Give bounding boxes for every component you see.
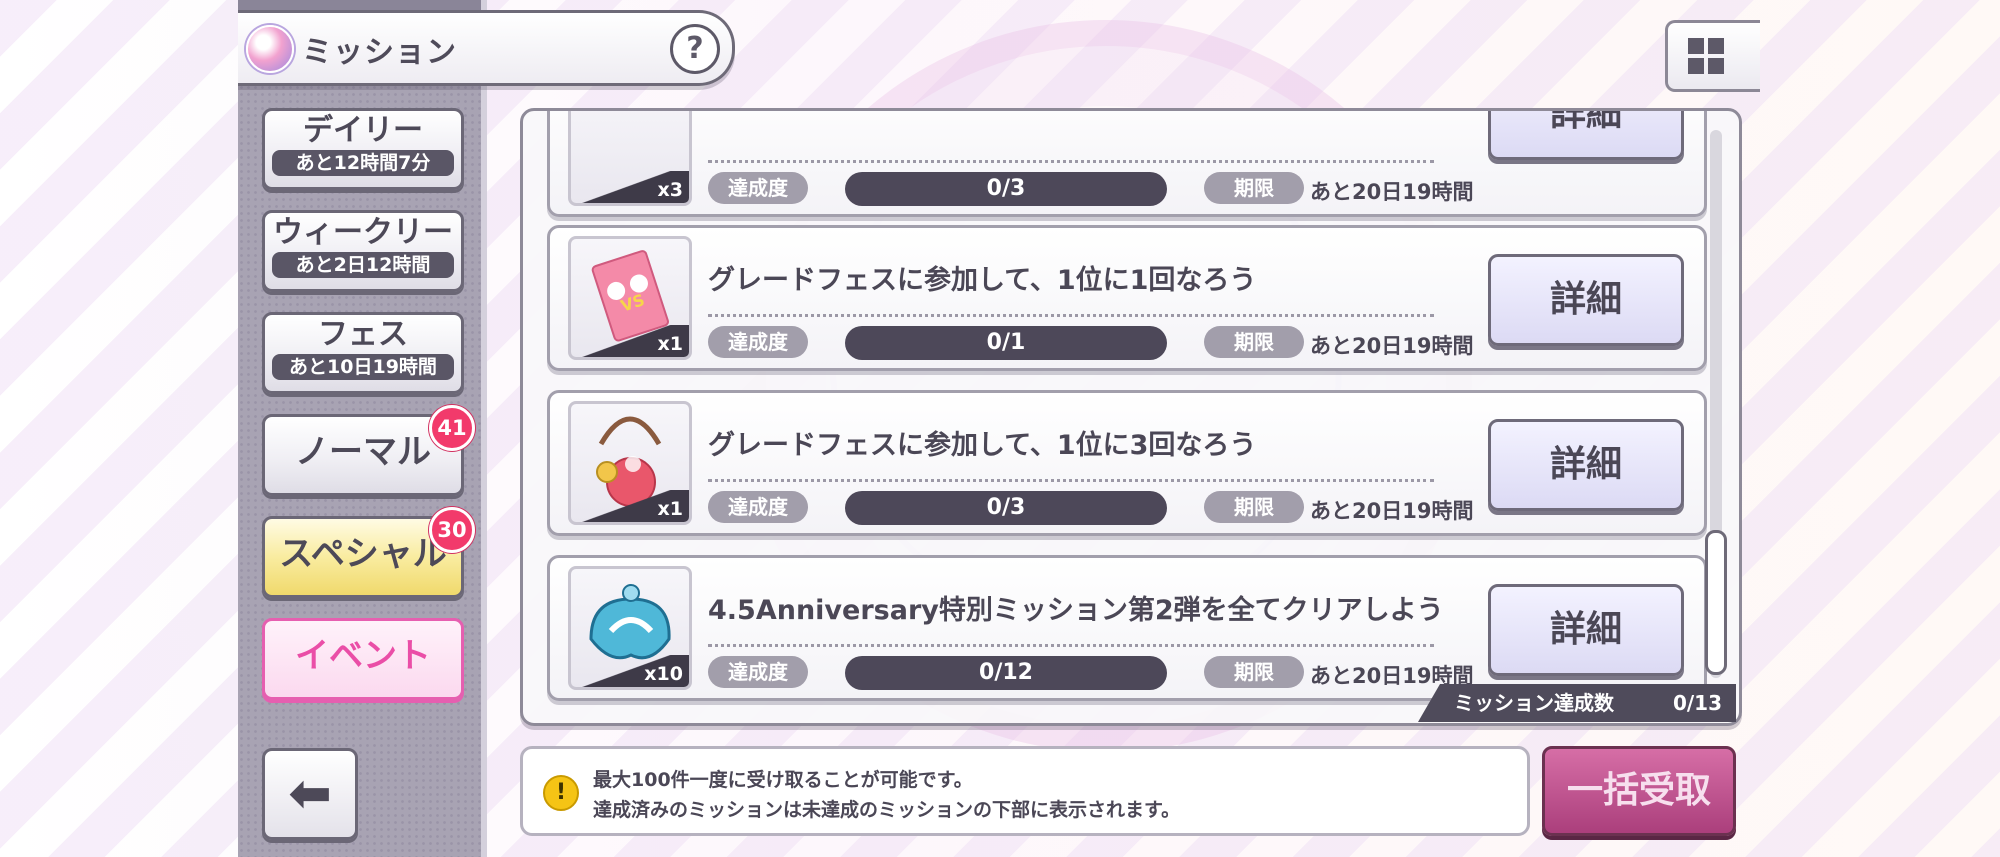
progress-bar: 0/1 xyxy=(845,326,1167,360)
tab-normal[interactable]: ノーマル 41 xyxy=(262,405,475,496)
sidebar-edge xyxy=(481,0,487,857)
detail-button[interactable]: 詳細 xyxy=(1488,111,1684,160)
tab-fes-remaining: あと10日19時間 xyxy=(272,354,454,380)
progress-bar: 0/12 xyxy=(845,656,1167,690)
mission-count-label: ミッション達成数 xyxy=(1454,691,1614,715)
back-button[interactable]: ⬅ xyxy=(262,748,358,840)
grid-icon xyxy=(1708,38,1724,54)
grid-icon xyxy=(1708,58,1724,74)
reward-quantity: x1 xyxy=(657,333,683,355)
deadline-value: あと20日19時間 xyxy=(1310,334,1474,358)
sidebar-cap xyxy=(238,0,482,10)
reward-quantity: x1 xyxy=(657,498,683,520)
info-text-line2: 達成済みのミッションは未達成のミッションの下部に表示されます。 xyxy=(593,799,1181,821)
detail-button[interactable]: 詳細 xyxy=(1488,254,1684,346)
notification-badge: 30 xyxy=(429,507,475,553)
page-title: ミッション xyxy=(302,35,457,70)
mission-title: 4.5Anniversary特別ミッション第2弾を全てクリアしよう xyxy=(708,595,1444,626)
tab-weekly-label: ウィークリー xyxy=(273,215,453,250)
progress-label: 達成度 xyxy=(708,172,808,204)
mission-card: x10 4.5Anniversary特別ミッション第2弾を全てクリアしよう 達成… xyxy=(547,555,1707,701)
tab-weekly-remaining: あと2日12時間 xyxy=(272,252,454,278)
divider xyxy=(708,479,1434,482)
mission-card: x1 グレードフェスに参加して、1位に3回なろう 達成度 0/3 期限 あと20… xyxy=(547,390,1707,536)
info-panel: ! 最大100件一度に受け取ることが可能です。 達成済みのミッションは未達成のミ… xyxy=(520,746,1530,836)
progress-bar: 0/3 xyxy=(845,491,1167,525)
mission-card: VS x1 グレードフェスに参加して、1位に1回なろう 達成度 0/1 期限 あ… xyxy=(547,225,1707,371)
fes-ticket-icon: x3 xyxy=(568,111,692,206)
progress-label: 達成度 xyxy=(708,326,808,358)
mission-count-value: 0/13 xyxy=(1672,691,1722,715)
progress-label: 達成度 xyxy=(708,491,808,523)
mission-emblem-icon xyxy=(246,25,294,73)
grid-icon xyxy=(1688,38,1704,54)
reward-quantity: x3 xyxy=(657,179,683,201)
mission-title: グレードフェスに参加して、1位に3回なろう xyxy=(708,430,1257,461)
tab-daily[interactable]: デイリー あと12時間7分 xyxy=(262,108,464,190)
reward-quantity: x10 xyxy=(644,663,683,685)
mission-count: ミッション達成数 0/13 xyxy=(1418,684,1736,722)
tab-fes-label: フェス xyxy=(318,317,408,352)
grid-icon xyxy=(1688,58,1704,74)
tab-event[interactable]: イベント xyxy=(262,618,464,700)
divider xyxy=(708,644,1434,647)
mission-list[interactable]: x3 達成度 0/3 期限 あと20日19時間 詳細 VS x1 グレードフェス… xyxy=(520,108,1742,726)
bulk-receive-button[interactable]: 一括受取 xyxy=(1542,746,1736,836)
tab-special[interactable]: スペシャル 30 xyxy=(262,507,475,598)
tab-weekly[interactable]: ウィークリー あと2日12時間 xyxy=(262,210,464,292)
detail-button[interactable]: 詳細 xyxy=(1488,419,1684,511)
tab-daily-remaining: あと12時間7分 xyxy=(272,150,454,176)
notification-badge: 41 xyxy=(429,405,475,451)
menu-grid-button[interactable] xyxy=(1665,20,1760,92)
deadline-label: 期限 xyxy=(1204,326,1304,358)
tab-daily-label: デイリー xyxy=(303,113,423,148)
scrollbar-thumb[interactable] xyxy=(1705,530,1727,675)
title-tab: ミッション ? xyxy=(238,10,735,86)
progress-label: 達成度 xyxy=(708,656,808,688)
warning-icon: ! xyxy=(543,775,579,811)
divider xyxy=(708,160,1434,163)
charm-strap-icon: x1 xyxy=(568,401,692,525)
deadline-label: 期限 xyxy=(1204,172,1304,204)
tab-event-label: イベント xyxy=(295,636,431,676)
deadline-value: あと20日19時間 xyxy=(1310,499,1474,523)
deadline-label: 期限 xyxy=(1204,656,1304,688)
detail-button[interactable]: 詳細 xyxy=(1488,584,1684,676)
divider xyxy=(708,314,1434,317)
mission-title: グレードフェスに参加して、1位に1回なろう xyxy=(708,265,1257,296)
deadline-label: 期限 xyxy=(1204,491,1304,523)
progress-bar: 0/3 xyxy=(845,172,1167,206)
fes-ticket-icon: VS x1 xyxy=(568,236,692,360)
help-button[interactable]: ? xyxy=(670,24,720,74)
tab-fes[interactable]: フェス あと10日19時間 xyxy=(262,312,464,394)
info-text-line1: 最大100件一度に受け取ることが可能です。 xyxy=(593,769,973,791)
mission-card: x3 達成度 0/3 期限 あと20日19時間 詳細 xyxy=(547,111,1707,217)
blue-emblem-icon: x10 xyxy=(568,566,692,690)
deadline-value: あと20日19時間 xyxy=(1310,180,1474,204)
